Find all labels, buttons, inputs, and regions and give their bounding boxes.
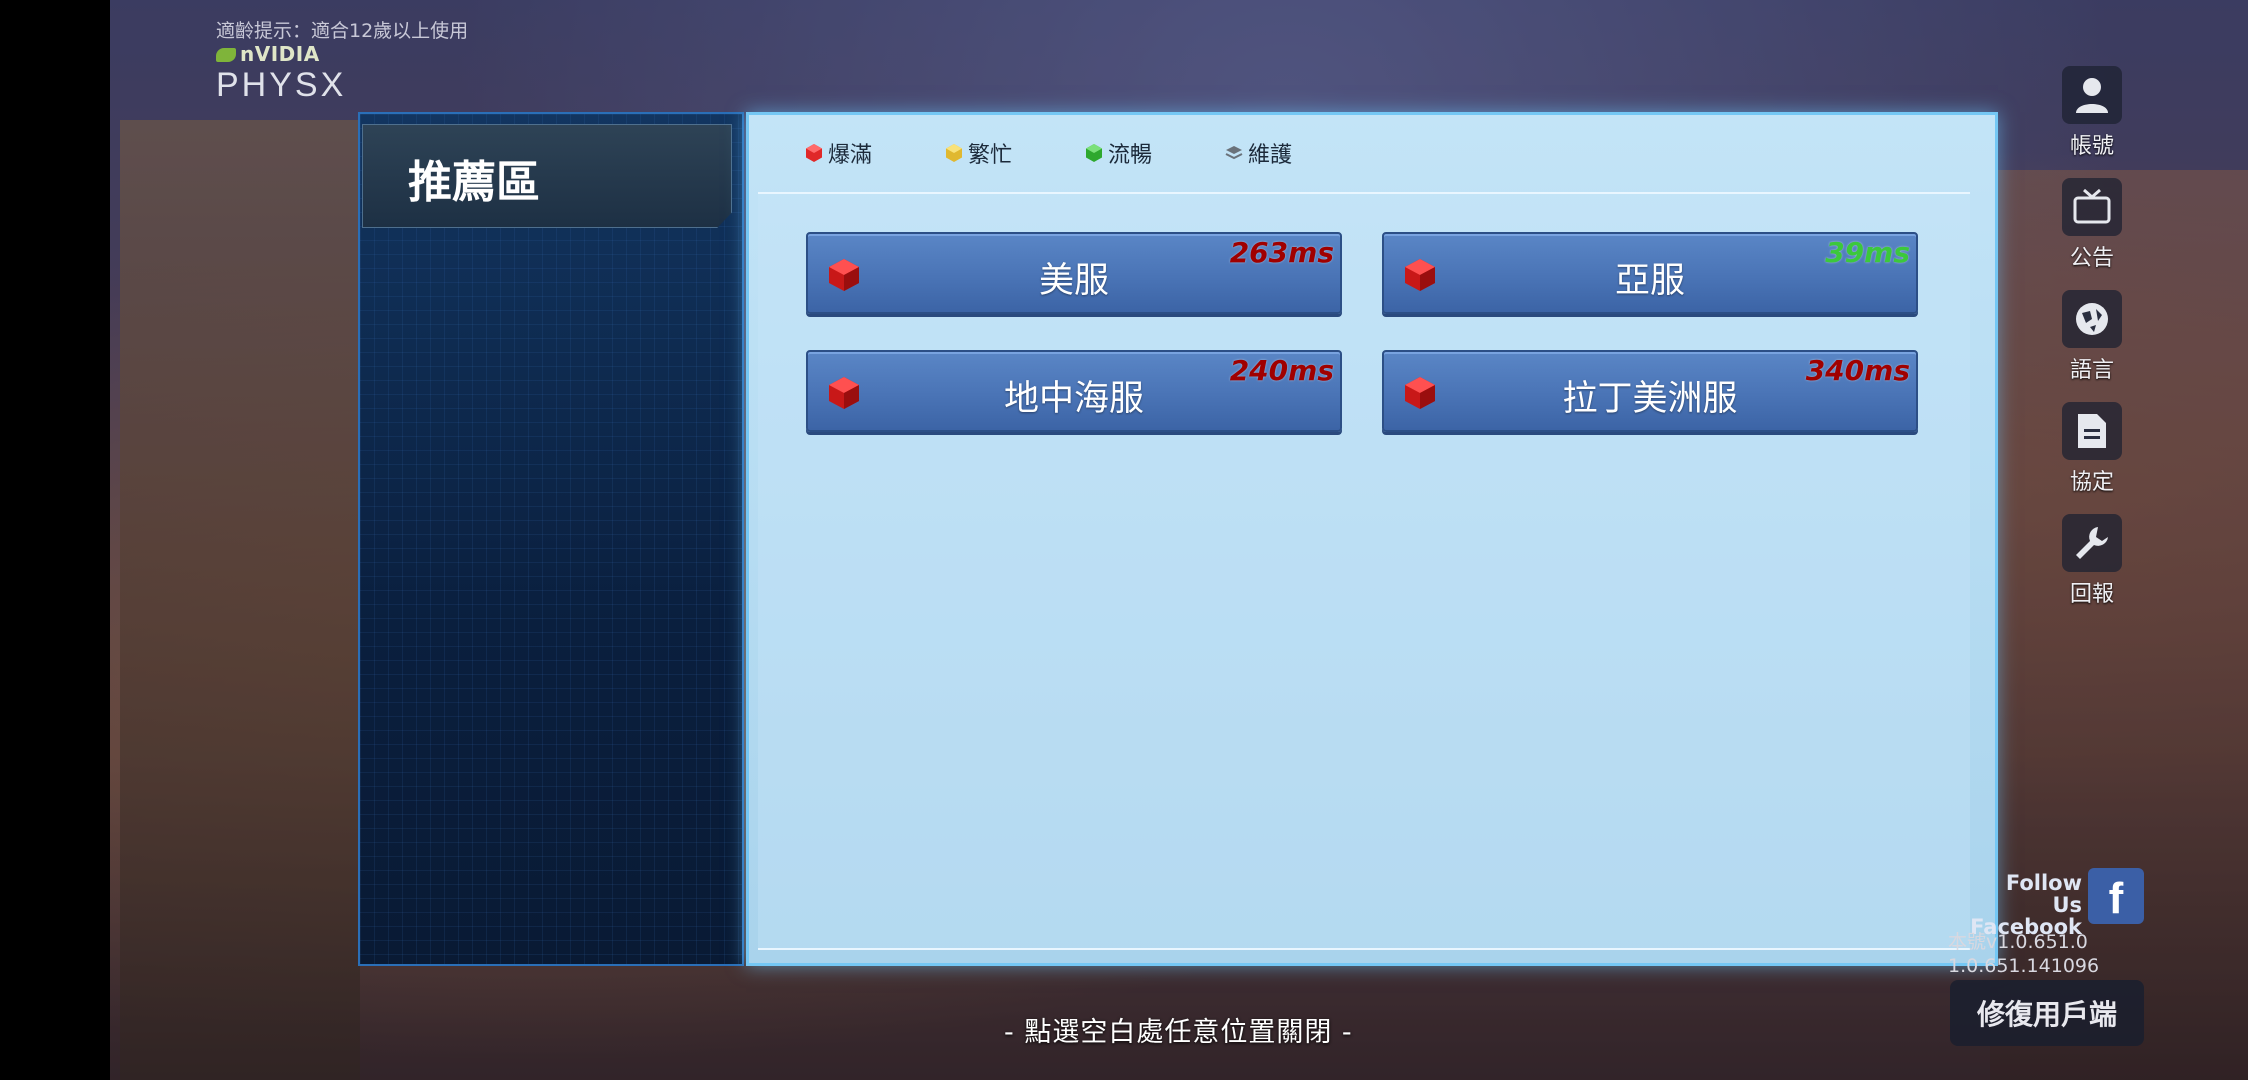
legend-smooth-label: 流暢 [1108, 143, 1153, 168]
legend-smooth: 流暢 [1084, 137, 1152, 169]
status-smooth-icon [1086, 144, 1103, 162]
legend-full-label: 爆滿 [828, 143, 873, 168]
menu-announcement-label: 公告 [2069, 246, 2114, 271]
server-button-latin-america[interactable]: 拉丁美洲服 340ms [1382, 350, 1918, 432]
account-icon [2062, 66, 2122, 124]
announcement-icon [2062, 178, 2122, 236]
menu-account[interactable]: 帳號 [2056, 66, 2128, 178]
status-full-icon [806, 144, 822, 162]
wrench-icon [2062, 514, 2122, 572]
document-icon [2062, 402, 2122, 460]
menu-report-label: 回報 [2069, 582, 2114, 607]
legend-maintenance-label: 維護 [1248, 143, 1293, 168]
server-ping: 340ms [1805, 354, 1910, 387]
menu-announcement[interactable]: 公告 [2056, 178, 2128, 290]
menu-agreement[interactable]: 協定 [2056, 402, 2128, 514]
server-ping: 240ms [1229, 354, 1334, 387]
legend-busy: 繁忙 [944, 137, 1012, 169]
server-status-legend: 爆滿 繁忙 流暢 維護 [804, 138, 1364, 168]
facebook-follow-text[interactable]: Follow Us Facebook [1970, 872, 2082, 938]
version-info: 本號v1.0.651.0 1.0.651.141096 [1948, 931, 2100, 977]
server-button-mediterranean[interactable]: 地中海服 240ms [806, 350, 1342, 432]
facebook-icon[interactable]: f [2088, 868, 2144, 924]
menu-report[interactable]: 回報 [2056, 514, 2128, 626]
status-maintenance-icon [1225, 146, 1243, 160]
server-ping: 263ms [1229, 236, 1334, 269]
nvidia-brand: nVIDIA [216, 42, 346, 66]
tab-recommended-label: 推薦區 [408, 157, 540, 208]
legend-busy-label: 繁忙 [968, 143, 1013, 168]
server-ping: 39ms [1825, 236, 1910, 269]
menu-account-label: 帳號 [2069, 134, 2114, 159]
right-side-menu: 帳號 公告 語言 協定 回報 [2056, 66, 2128, 626]
menu-agreement-label: 協定 [2069, 470, 2114, 495]
repair-client-button[interactable]: 修復用戶端 [1950, 980, 2144, 1046]
legend-full: 爆滿 [804, 137, 872, 169]
region-list-panel [358, 112, 744, 966]
close-hint-text: - 點選空白處任意位置關閉 - [1004, 1017, 1353, 1048]
menu-language[interactable]: 語言 [2056, 290, 2128, 402]
physx-product: PHYSX [216, 66, 347, 104]
age-rating-hint: 適齡提示：適合12歲以上使用 [216, 20, 469, 42]
globe-icon [2062, 290, 2122, 348]
menu-language-label: 語言 [2069, 358, 2114, 383]
legend-maintenance: 維護 [1224, 137, 1292, 169]
server-button-asia[interactable]: 亞服 39ms [1382, 232, 1918, 314]
status-busy-icon [946, 144, 963, 162]
server-button-us[interactable]: 美服 263ms [806, 232, 1342, 314]
nvidia-physx-logo: nVIDIA PHYSX [216, 42, 346, 105]
